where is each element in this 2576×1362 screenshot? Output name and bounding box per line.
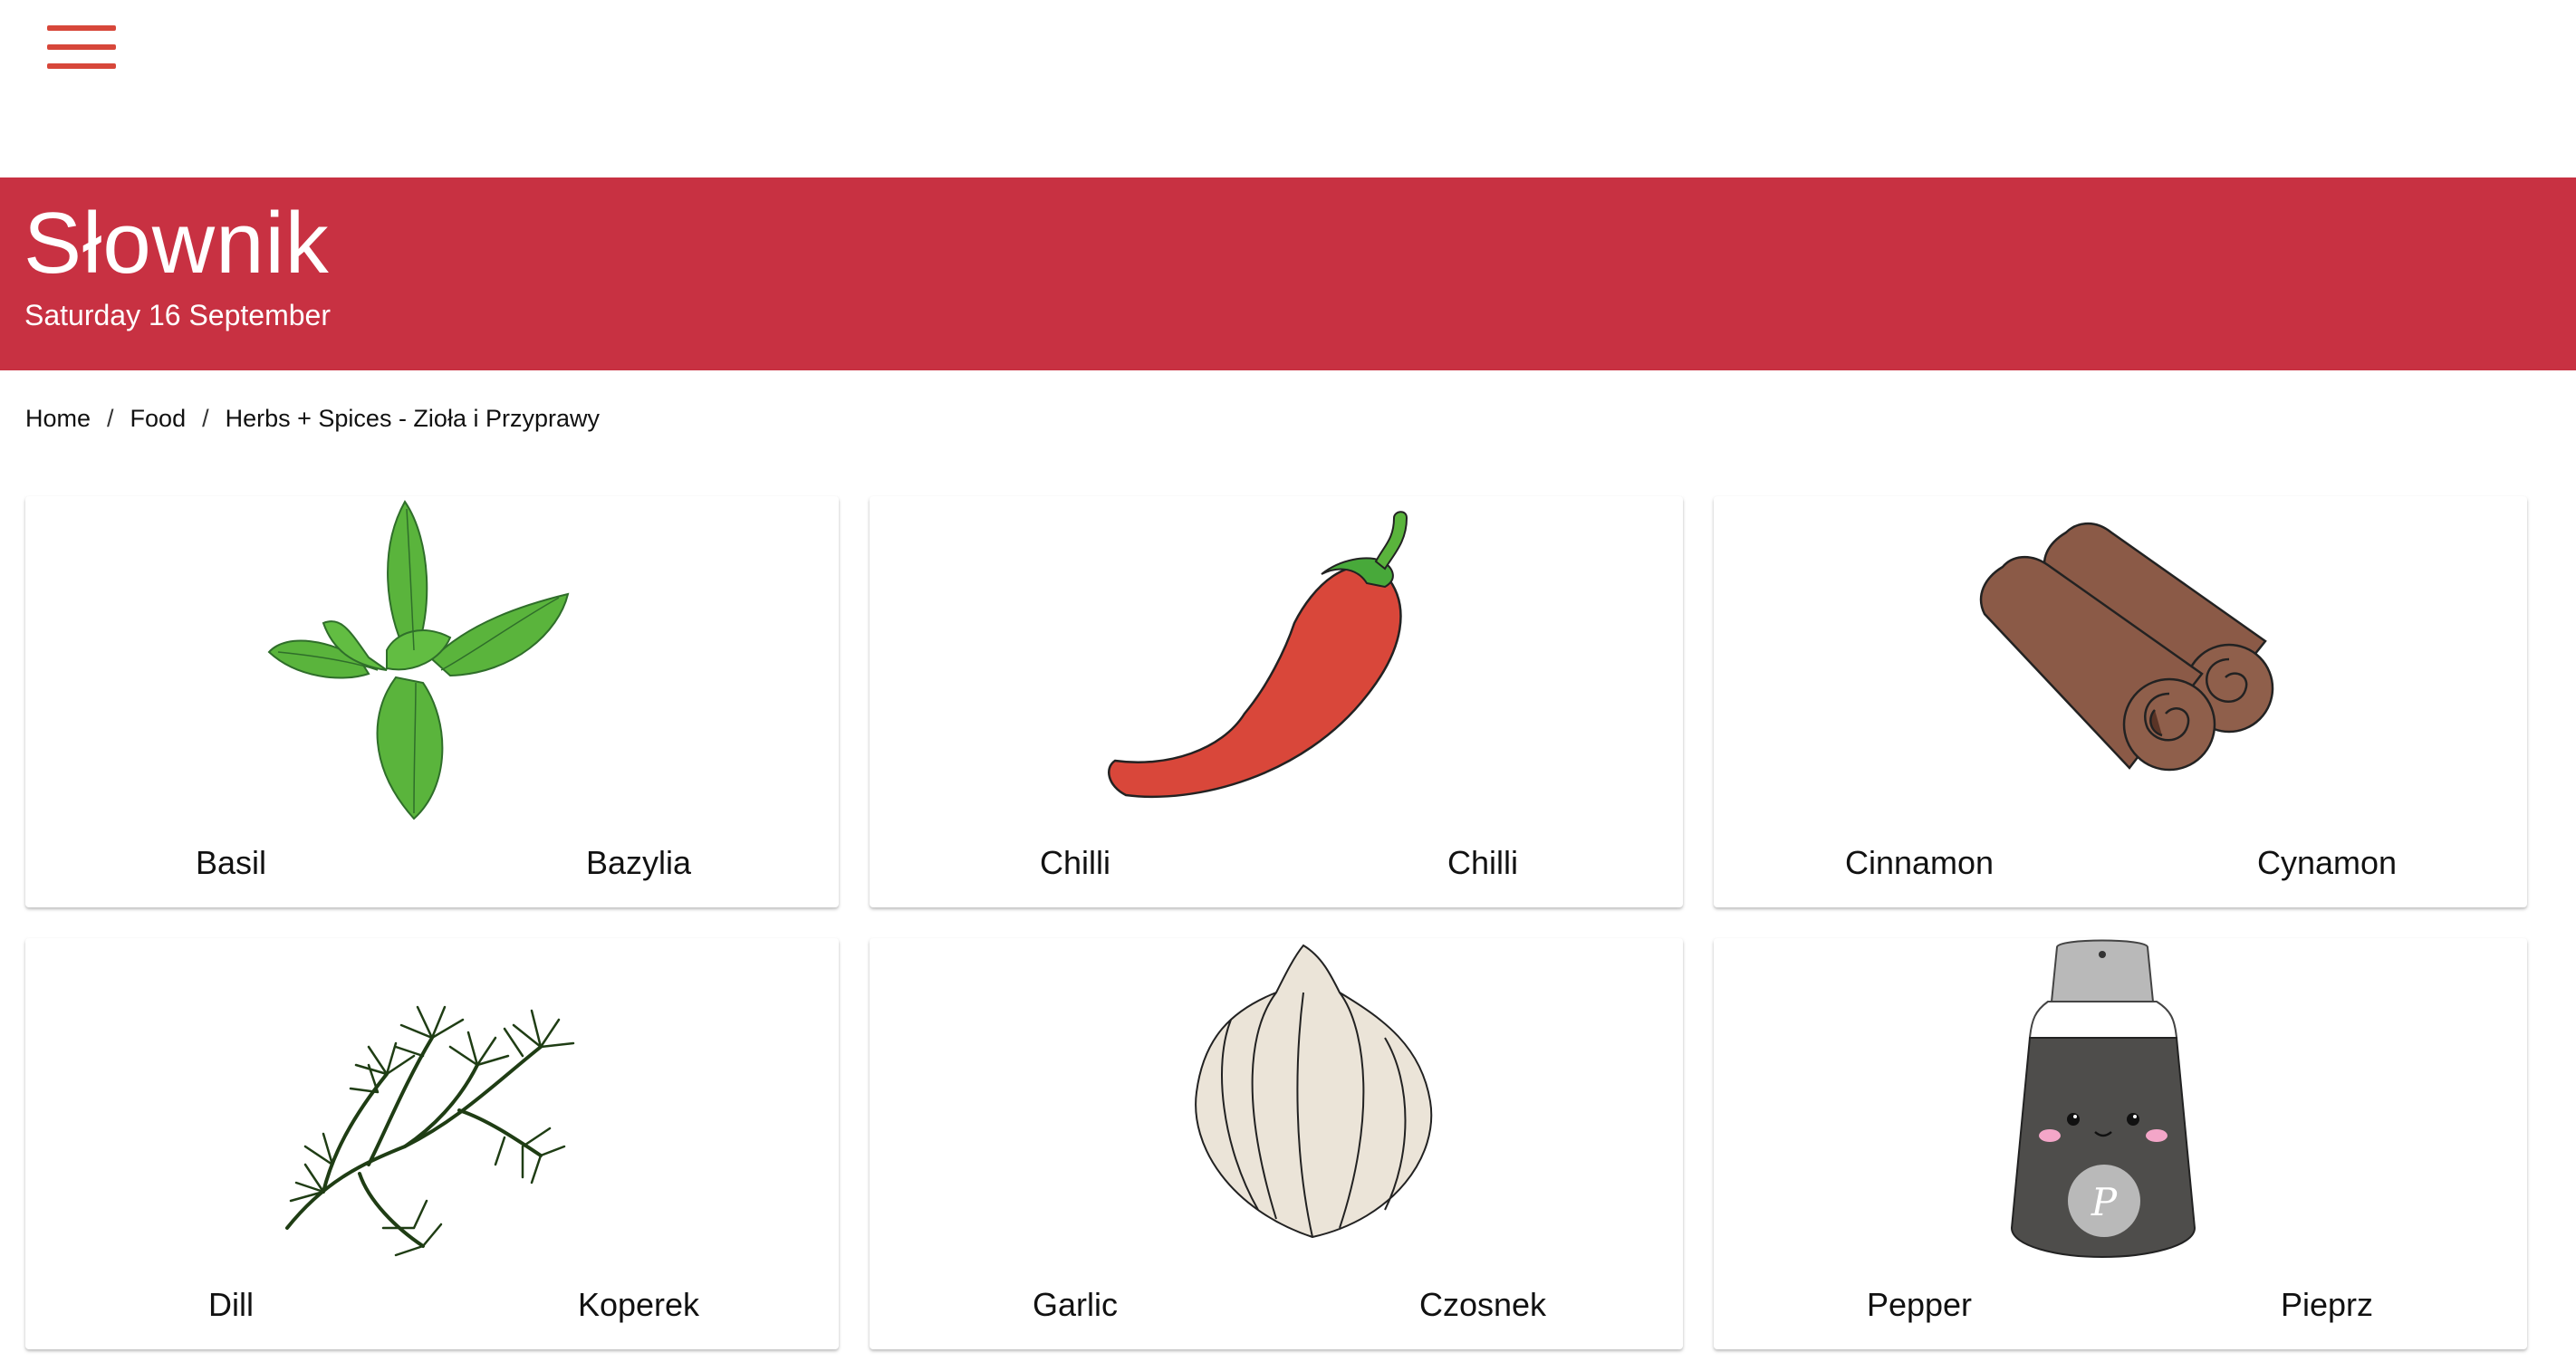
card-chilli[interactable]: Chilli Chilli (870, 496, 1683, 907)
pepper-badge-letter: P (2091, 1180, 2118, 1224)
card-dill[interactable]: Dill Koperek (25, 938, 839, 1349)
pepper-icon: P (1939, 938, 2302, 1273)
card-word-english: Garlic (1032, 1286, 1118, 1323)
top-bar (0, 0, 2576, 177)
breadcrumb: Home / Food / Herbs + Spices - Zioła i P… (25, 402, 600, 435)
card-word-english: Pepper (1866, 1286, 1973, 1323)
card-garlic[interactable]: Garlic Czosnek (870, 938, 1683, 1349)
card-word-english: Chilli (1039, 844, 1110, 881)
card-word-polish: Chilli (1447, 844, 1518, 881)
card-word-english: Dill (208, 1286, 254, 1323)
dill-icon (251, 938, 613, 1273)
card-basil[interactable]: Basil Bazylia (25, 496, 839, 907)
card-word-polish: Bazylia (585, 844, 692, 881)
card-word-polish: Pieprz (2280, 1286, 2374, 1323)
breadcrumb-current[interactable]: Herbs + Spices - Zioła i Przyprawy (226, 402, 600, 435)
breadcrumb-food[interactable]: Food (130, 402, 187, 435)
cinnamon-icon (1939, 496, 2302, 831)
chilli-icon (1095, 496, 1457, 831)
breadcrumb-separator: / (202, 405, 209, 432)
breadcrumb-separator: / (107, 405, 114, 432)
card-cinnamon[interactable]: Cinnamon Cynamon (1714, 496, 2527, 907)
card-word-polish: Czosnek (1418, 1286, 1547, 1323)
page-title: Słownik (24, 195, 330, 292)
card-word-english: Basil (195, 844, 267, 881)
breadcrumb-home[interactable]: Home (25, 402, 91, 435)
page-date: Saturday 16 September (24, 299, 331, 331)
card-word-polish: Cynamon (2256, 844, 2398, 881)
page-banner: Słownik Saturday 16 September (0, 177, 2576, 370)
garlic-icon (1095, 938, 1457, 1273)
card-word-polish: Koperek (577, 1286, 700, 1323)
hamburger-menu-icon[interactable] (43, 22, 121, 76)
basil-icon (251, 496, 613, 831)
card-pepper[interactable]: P Pepper Pieprz (1714, 938, 2527, 1349)
card-word-english: Cinnamon (1844, 844, 1994, 881)
